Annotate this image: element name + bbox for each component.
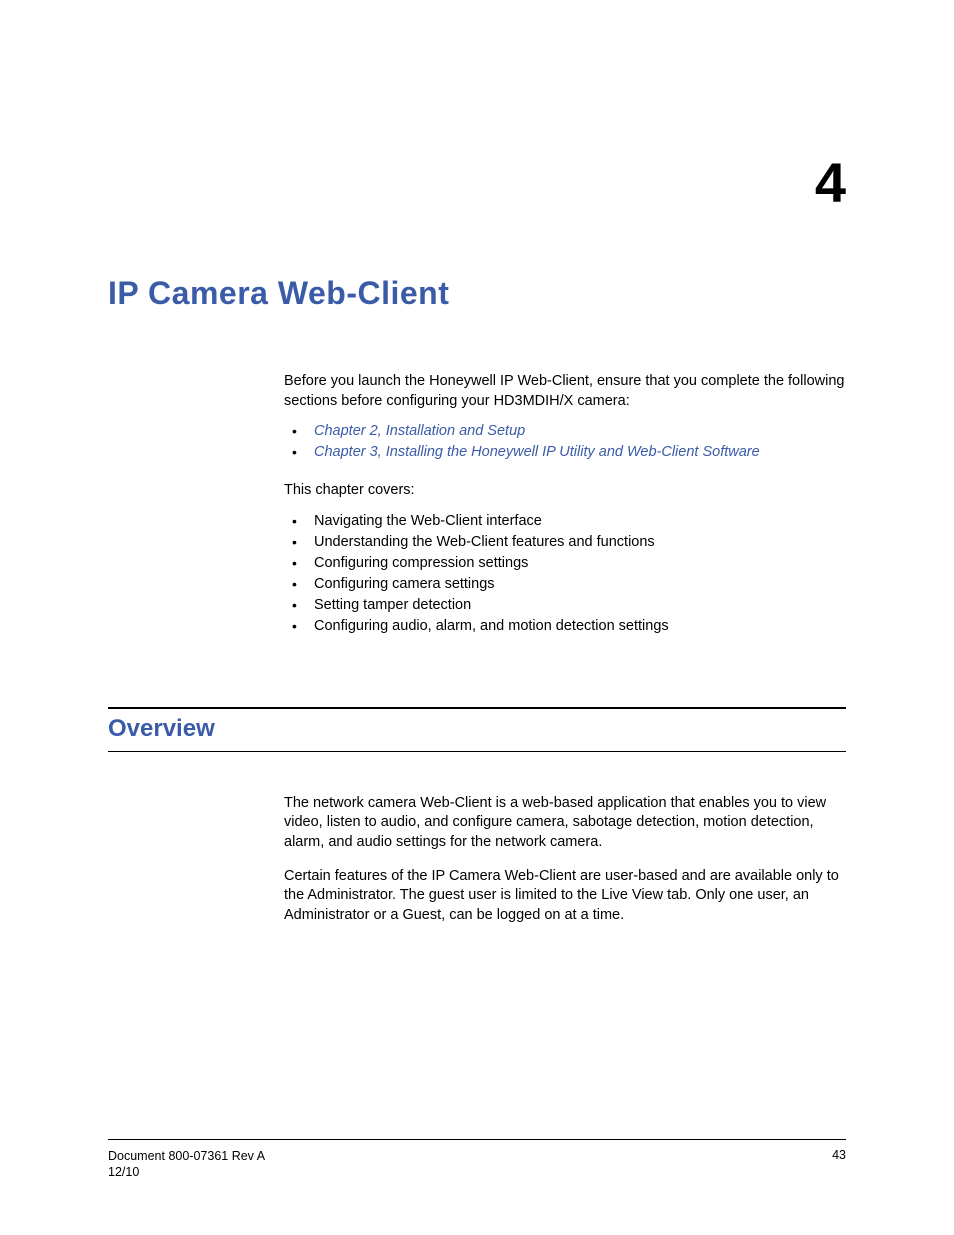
list-item: Configuring camera settings bbox=[284, 574, 846, 595]
covers-list: Navigating the Web-Client interface Unde… bbox=[284, 511, 846, 637]
chapter-title: IP Camera Web-Client bbox=[108, 275, 846, 312]
intro-lead: Before you launch the Honeywell IP Web-C… bbox=[284, 372, 846, 411]
footer-document-id: Document 800-07361 Rev A bbox=[108, 1148, 265, 1164]
overview-para-1: The network camera Web-Client is a web-b… bbox=[284, 794, 846, 853]
list-item: Understanding the Web-Client features an… bbox=[284, 532, 846, 553]
list-item: Configuring audio, alarm, and motion det… bbox=[284, 616, 846, 637]
intro-link-list: Chapter 2, Installation and Setup Chapte… bbox=[284, 421, 846, 463]
page-footer: Document 800-07361 Rev A 12/10 43 bbox=[108, 1139, 846, 1181]
chapter-link[interactable]: Chapter 3, Installing the Honeywell IP U… bbox=[314, 444, 760, 460]
list-item: Navigating the Web-Client interface bbox=[284, 511, 846, 532]
list-item: Chapter 3, Installing the Honeywell IP U… bbox=[284, 442, 846, 463]
section-heading-overview: Overview bbox=[108, 707, 846, 752]
overview-para-2: Certain features of the IP Camera Web-Cl… bbox=[284, 867, 846, 926]
chapter-link[interactable]: Chapter 2, Installation and Setup bbox=[314, 423, 525, 439]
list-item: Setting tamper detection bbox=[284, 595, 846, 616]
list-item: Configuring compression settings bbox=[284, 553, 846, 574]
footer-page-number: 43 bbox=[832, 1148, 846, 1181]
covers-lead: This chapter covers: bbox=[284, 481, 846, 501]
chapter-number: 4 bbox=[108, 150, 846, 215]
footer-date: 12/10 bbox=[108, 1164, 265, 1180]
list-item: Chapter 2, Installation and Setup bbox=[284, 421, 846, 442]
